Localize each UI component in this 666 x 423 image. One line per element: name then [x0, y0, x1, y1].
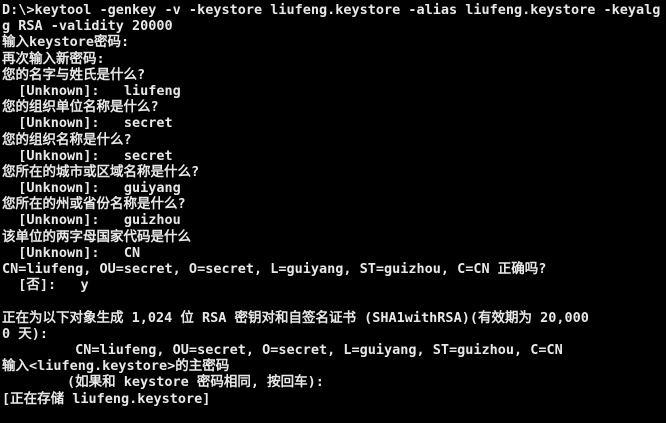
console-line: 再次输入新密码: — [2, 50, 105, 67]
console-line: 输入<liufeng.keystore>的主密码 — [2, 358, 230, 375]
console-line: [Unknown]: liufeng — [2, 82, 181, 99]
console-line: (如果和 keystore 密码相同, 按回车): — [2, 374, 324, 391]
console-line: CN=liufeng, OU=secret, O=secret, L=guiya… — [2, 261, 547, 277]
console-line: [否]: y — [2, 277, 89, 294]
console-line: g RSA -validity 20000 — [2, 18, 173, 35]
console-line: 您的组织单位名称是什么? — [2, 99, 159, 116]
console-line: [正在存储 liufeng.keystore] — [2, 390, 211, 407]
console-window[interactable]: D:\>keytool -genkey -v -keystore liufeng… — [0, 0, 666, 423]
console-line: 您的名字与姓氏是什么? — [2, 66, 146, 83]
console-line: 0 天): — [2, 325, 49, 342]
console-line: [Unknown]: secret — [2, 147, 173, 164]
console-line: [Unknown]: guiyang — [2, 180, 181, 197]
console-line: CN=liufeng, OU=secret, O=secret, L=guiya… — [2, 341, 563, 358]
console-line: [Unknown]: secret — [2, 115, 173, 132]
console-line: 您所在的州或省份名称是什么? — [2, 196, 186, 213]
console-line: 该单位的两字母国家代码是什么 — [2, 228, 191, 245]
console-line: 输入keystore密码: — [2, 34, 130, 51]
console-line: D:\>keytool -genkey -v -keystore liufeng… — [2, 2, 661, 18]
console-line: 您所在的城市或区域名称是什么? — [2, 163, 200, 180]
console-line: [Unknown]: guizhou — [2, 212, 181, 229]
console-line: 正在为以下对象生成 1,024 位 RSA 密钥对和自签名证书 (SHA1wit… — [2, 309, 589, 326]
console-line: [Unknown]: CN — [2, 244, 141, 261]
console-line: 您的组织名称是什么? — [2, 131, 132, 148]
